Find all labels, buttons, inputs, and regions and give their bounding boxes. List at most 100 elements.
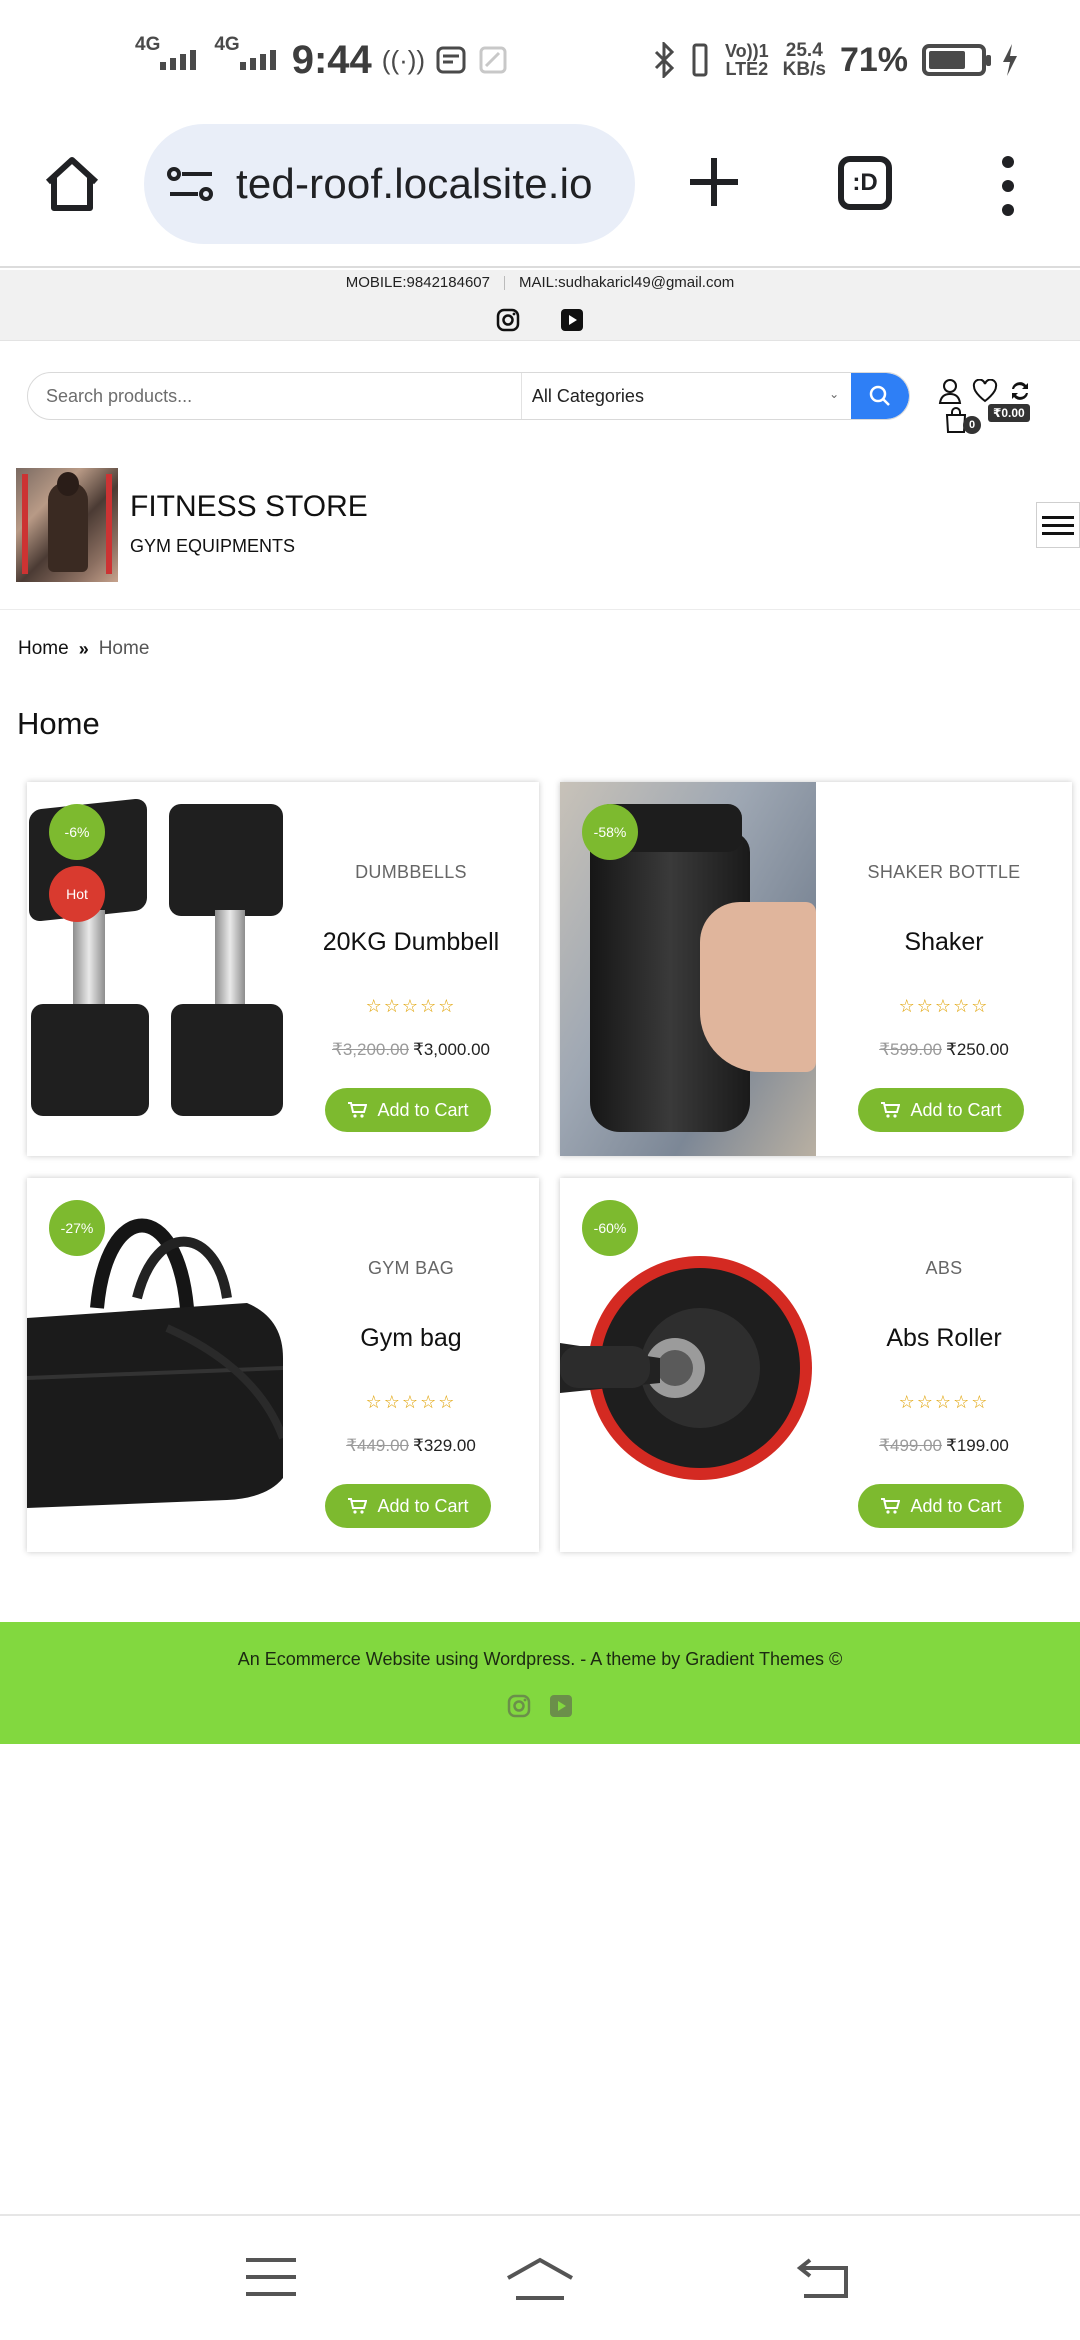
product-category[interactable]: DUMBBELLS — [283, 862, 539, 883]
product-name[interactable]: Abs Roller — [816, 1324, 1072, 1353]
status-right: Vo))1 LTE2 25.4 KB/s 71% — [653, 32, 1020, 88]
sale-price: ₹3,000.00 — [413, 1040, 490, 1059]
network-speed: 25.4 KB/s — [782, 40, 826, 80]
product-image-gym-bag[interactable]: -27% — [27, 1178, 283, 1552]
screenshot-icon — [479, 46, 507, 74]
search-input[interactable] — [28, 373, 522, 419]
product-category[interactable]: ABS — [816, 1258, 1072, 1279]
product-price: ₹499.00 ₹199.00 — [816, 1436, 1072, 1456]
cart-icon — [881, 1498, 901, 1514]
star-rating-icon: ☆☆☆☆☆ — [365, 1392, 457, 1412]
site-settings-icon[interactable] — [166, 164, 216, 204]
header-icons: 0 ₹0.00 — [932, 376, 1052, 446]
site-footer: An Ecommerce Website using Wordpress. - … — [0, 1622, 1080, 1744]
product-card: -27% GYM BAG Gym bag ☆☆☆☆☆ ₹449.00 ₹329.0… — [27, 1178, 539, 1552]
sale-badge: -58% — [582, 804, 638, 860]
message-icon — [436, 46, 466, 74]
status-left: 4G 4G 9:44 ((·)) — [135, 32, 509, 88]
star-rating-icon: ☆☆☆☆☆ — [898, 1392, 990, 1412]
battery-icon — [922, 44, 991, 76]
product-info: ABS Abs Roller ☆☆☆☆☆ ₹499.00 ₹199.00 Add … — [816, 1178, 1072, 1552]
star-rating-icon: ☆☆☆☆☆ — [898, 996, 990, 1016]
search-button[interactable] — [851, 373, 909, 419]
browser-toolbar: ted-roof.localsite.io :D — [0, 120, 1080, 268]
add-to-cart-button[interactable]: Add to Cart — [858, 1088, 1024, 1132]
tab-switcher-button[interactable]: :D — [838, 156, 892, 210]
instagram-icon[interactable] — [496, 308, 520, 332]
footer-credits[interactable]: An Ecommerce Website using Wordpress. - … — [0, 1649, 1080, 1670]
compare-icon[interactable] — [1008, 379, 1032, 403]
category-select[interactable]: All Categories ⌄ — [522, 373, 851, 419]
product-image-dumbbell[interactable]: -6% Hot — [27, 782, 283, 1156]
product-name[interactable]: Shaker — [816, 928, 1072, 957]
add-to-cart-button[interactable]: Add to Cart — [325, 1484, 491, 1528]
product-category[interactable]: GYM BAG — [283, 1258, 539, 1279]
site-title[interactable]: FITNESS STORE — [130, 490, 368, 524]
site-logo[interactable] — [16, 468, 118, 582]
battery-percent: 71% — [839, 40, 908, 79]
product-name[interactable]: 20KG Dumbbell — [283, 928, 539, 957]
sale-price: ₹329.00 — [413, 1436, 476, 1455]
status-bar: 4G 4G 9:44 ((·)) Vo))1 LTE2 25.4 KB/s 71… — [0, 0, 1080, 120]
breadcrumb-current: Home — [98, 638, 150, 659]
search-icon — [869, 385, 890, 406]
product-price: ₹599.00 ₹250.00 — [816, 1040, 1072, 1060]
star-rating-icon: ☆☆☆☆☆ — [365, 996, 457, 1016]
home-icon[interactable] — [42, 154, 102, 214]
product-card: -58% SHAKER BOTTLE Shaker ☆☆☆☆☆ ₹599.00 ₹… — [560, 782, 1072, 1156]
cart-icon — [881, 1102, 901, 1118]
breadcrumb-home-link[interactable]: Home — [18, 638, 69, 660]
instagram-icon[interactable] — [507, 1694, 531, 1718]
social-links — [0, 308, 1080, 332]
youtube-icon[interactable] — [549, 1694, 573, 1718]
contact-info: MOBILE:9842184607 MAIL:sudhakaricl49@gmai… — [0, 274, 1080, 291]
address-bar[interactable]: ted-roof.localsite.io — [144, 124, 635, 244]
youtube-icon[interactable] — [560, 308, 584, 332]
hot-badge: Hot — [49, 866, 105, 922]
back-icon[interactable] — [796, 2256, 852, 2300]
site-branding: FITNESS STORE GYM EQUIPMENTS — [0, 460, 1080, 610]
add-to-cart-button[interactable]: Add to Cart — [858, 1484, 1024, 1528]
mobile-number: MOBILE:9842184607 — [345, 274, 490, 291]
hotspot-icon: ((·)) — [381, 44, 426, 75]
bluetooth-icon — [654, 42, 675, 78]
product-info: SHAKER BOTTLE Shaker ☆☆☆☆☆ ₹599.00 ₹250.0… — [816, 782, 1072, 1156]
cart-icon — [348, 1102, 368, 1118]
footer-social-links — [0, 1694, 1080, 1718]
wishlist-icon[interactable] — [972, 379, 998, 403]
sale-price: ₹199.00 — [946, 1436, 1009, 1455]
page-title: Home — [17, 706, 100, 741]
old-price: ₹599.00 — [879, 1040, 942, 1059]
vibrate-icon — [692, 43, 708, 77]
url-text: ted-roof.localsite.io — [236, 160, 593, 207]
product-category[interactable]: SHAKER BOTTLE — [816, 862, 1072, 883]
old-price: ₹449.00 — [346, 1436, 409, 1455]
new-tab-icon[interactable] — [686, 154, 742, 210]
product-name[interactable]: Gym bag — [283, 1324, 539, 1353]
breadcrumb: Home » Home — [18, 638, 149, 660]
product-image-shaker[interactable]: -58% — [560, 782, 816, 1156]
recent-apps-icon[interactable] — [244, 2256, 298, 2298]
product-search-form: All Categories ⌄ — [27, 372, 910, 420]
product-info: DUMBBELLS 20KG Dumbbell ☆☆☆☆☆ ₹3,200.00 ₹… — [283, 782, 539, 1156]
product-card: -60% ABS Abs Roller ☆☆☆☆☆ ₹499.00 ₹199.00… — [560, 1178, 1072, 1552]
sale-badge: -27% — [49, 1200, 105, 1256]
signal-icon-sim2: 4G — [214, 35, 276, 70]
add-to-cart-button[interactable]: Add to Cart — [325, 1088, 491, 1132]
sale-badge: -6% — [49, 804, 105, 860]
cart-total[interactable]: ₹0.00 — [988, 404, 1030, 422]
product-card: -6% Hot DUMBBELLS 20KG Dumbbell ☆☆☆☆☆ ₹3… — [27, 782, 539, 1156]
account-icon[interactable] — [938, 378, 962, 404]
signal-icon-sim1: 4G — [135, 35, 197, 70]
old-price: ₹3,200.00 — [332, 1040, 409, 1059]
charging-icon — [1003, 44, 1017, 76]
sale-badge: -60% — [582, 1200, 638, 1256]
product-info: GYM BAG Gym bag ☆☆☆☆☆ ₹449.00 ₹329.00 Add… — [283, 1178, 539, 1552]
product-price: ₹449.00 ₹329.00 — [283, 1436, 539, 1456]
more-menu-icon[interactable] — [996, 156, 1020, 216]
system-home-icon[interactable] — [504, 2256, 576, 2302]
hamburger-menu-button[interactable] — [1036, 502, 1080, 548]
product-image-abs-roller[interactable]: -60% — [560, 1178, 816, 1552]
contact-topbar: MOBILE:9842184607 MAIL:sudhakaricl49@gmai… — [0, 270, 1080, 341]
sale-price: ₹250.00 — [946, 1040, 1009, 1059]
